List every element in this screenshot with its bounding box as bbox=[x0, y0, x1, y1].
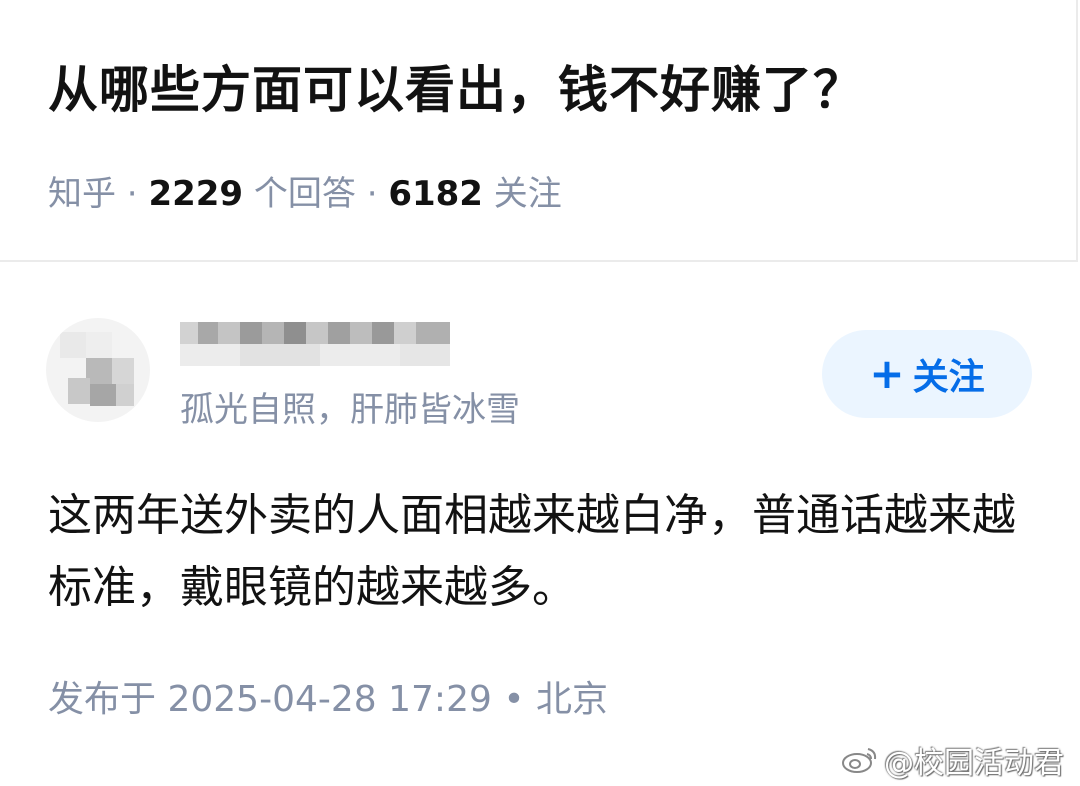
question-title[interactable]: 从哪些方面可以看出，钱不好赚了？ bbox=[48, 50, 864, 122]
answer-content[interactable]: 这两年送外卖的人面相越来越白净，普通话越来越标准，戴眼镜的越来越多。 bbox=[48, 480, 1038, 624]
followers-label: 关注 bbox=[482, 174, 562, 214]
source-label: 知乎 bbox=[48, 174, 116, 214]
answers-count: 2229 bbox=[148, 174, 244, 214]
followers-count: 6182 bbox=[388, 174, 483, 214]
publish-datetime: 2025-04-28 17:29 bbox=[167, 679, 492, 720]
answers-label: 个回答 bbox=[243, 174, 356, 214]
watermark: @校园活动君 bbox=[840, 738, 1064, 782]
watermark-text: @校园活动君 bbox=[884, 746, 1064, 781]
follow-button[interactable]: + 关注 bbox=[822, 330, 1032, 418]
weibo-logo-icon bbox=[842, 748, 877, 773]
publish-dot: • bbox=[503, 679, 525, 720]
zhihu-answer-card: 从哪些方面可以看出，钱不好赚了？ 知乎 · 2229 个回答 · 6182 关注… bbox=[0, 0, 1080, 786]
card-separator bbox=[0, 262, 1080, 276]
question-header[interactable]: 从哪些方面可以看出，钱不好赚了？ 知乎 · 2229 个回答 · 6182 关注 bbox=[0, 0, 1078, 262]
follow-label: 关注 bbox=[912, 357, 985, 398]
question-meta: 知乎 · 2229 个回答 · 6182 关注 bbox=[48, 166, 562, 215]
meta-separator: · bbox=[355, 174, 389, 214]
author-bio: 孤光自照，肝肺皆冰雪 bbox=[180, 390, 520, 430]
publish-info: 发布于 2025-04-28 17:29 • 北京 bbox=[48, 670, 608, 722]
publish-location: 北京 bbox=[536, 679, 609, 720]
username-blurred[interactable] bbox=[180, 322, 450, 366]
publish-prefix: 发布于 bbox=[48, 679, 157, 720]
avatar[interactable] bbox=[46, 318, 150, 422]
plus-icon: + bbox=[869, 349, 905, 398]
meta-separator: · bbox=[116, 174, 149, 214]
